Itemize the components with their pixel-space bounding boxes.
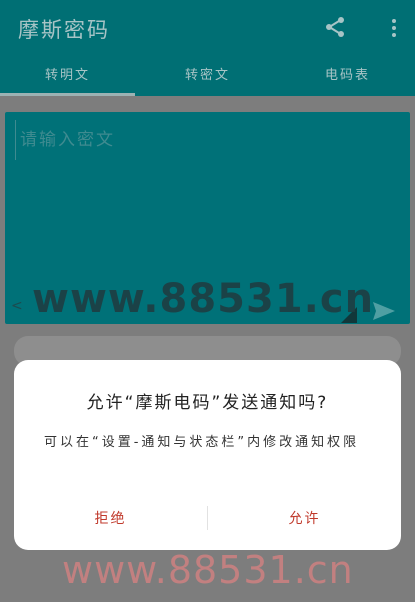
tab-bar: 转明文 转密文 电码表 [0,62,415,96]
left-mark: < [11,298,23,314]
tab-indicator [0,93,135,96]
share-icon[interactable] [324,16,346,38]
dialog-title: 允许“摩斯电码”发送通知吗? [86,393,329,413]
app-screen: 摩斯密码 转明文 转密文 电码表 < www.88531.c [0,0,415,602]
cipher-input[interactable] [15,120,400,160]
more-vert-icon[interactable] [386,17,402,39]
tab-to-ciphertext[interactable]: 转密文 [135,62,280,96]
watermark-bottom: www.88531.cn [62,548,354,592]
watermark-top: www.88531.cn [32,276,375,322]
app-bar: 摩斯密码 转明文 转密文 电码表 [0,0,415,96]
tab-to-plaintext[interactable]: 转明文 [0,62,135,96]
notification-permission-dialog: 允许“摩斯电码”发送通知吗? 可以在“设置-通知与状态栏”内修改通知权限 拒绝 … [14,360,401,550]
app-title: 摩斯密码 [18,18,110,42]
deny-button[interactable]: 拒绝 [14,502,207,536]
tab-code-table[interactable]: 电码表 [280,62,415,96]
allow-button[interactable]: 允许 [208,502,401,536]
dialog-message: 可以在“设置-通知与状态栏”内修改通知权限 [44,435,360,450]
